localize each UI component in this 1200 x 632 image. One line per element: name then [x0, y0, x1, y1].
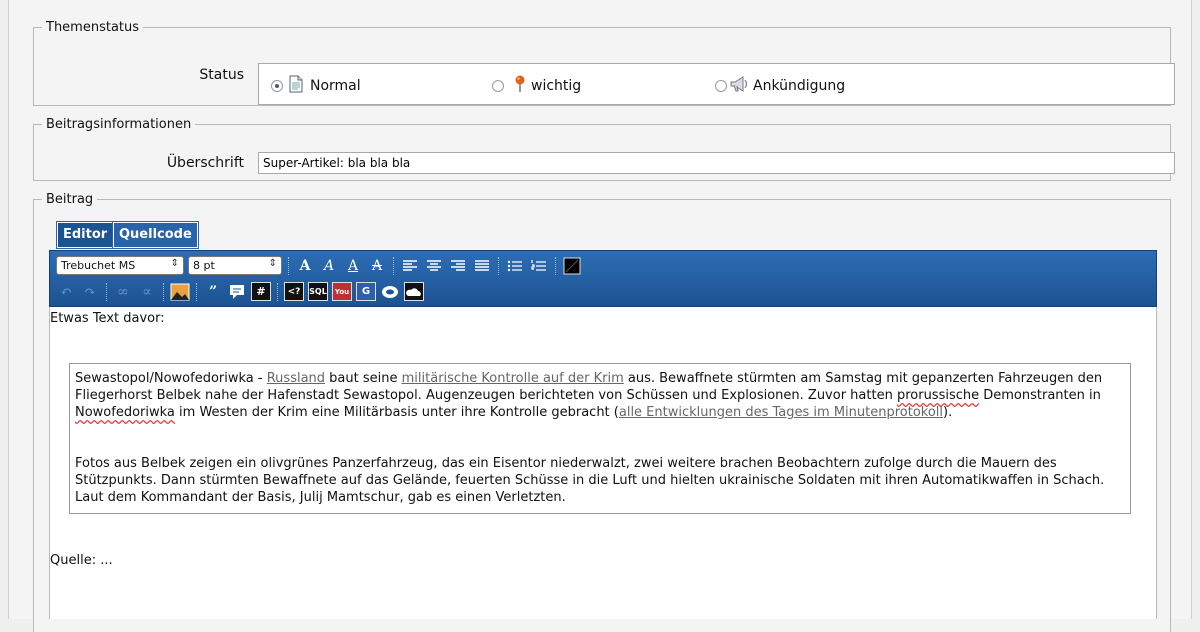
beitrag-legend: Beitrag: [46, 192, 94, 207]
toolbar-separator: [393, 256, 394, 275]
misspelled-word: prorussische: [896, 388, 980, 403]
status-options: Normal wichtig Ankündigung: [258, 63, 1175, 105]
toolbar-separator: [555, 256, 556, 275]
quote-text: ).: [943, 405, 953, 420]
beitragsinfo-legend: Beitragsinformationen: [46, 117, 192, 132]
radio-normal[interactable]: [271, 80, 283, 92]
strikethrough-icon[interactable]: A: [367, 256, 387, 275]
page: Themenstatus Status Normal wichtig Ankün…: [8, 0, 1192, 632]
quote-paragraph-1: Sewastopol/Nowofedoriwka - Russland baut…: [75, 370, 1125, 421]
link-minutenprotokoll[interactable]: alle Entwicklungen des Tages im Minutenp…: [619, 405, 943, 420]
text-after: Quelle: ...: [50, 553, 113, 568]
toolbar-separator: [196, 282, 197, 301]
size-select[interactable]: 8 pt ⇕: [188, 256, 282, 275]
tab-quellcode[interactable]: Quellcode: [112, 221, 199, 249]
quote-text: Sewastopol/Nowofedoriwka -: [75, 371, 267, 386]
underline-icon[interactable]: A: [343, 256, 363, 275]
pin-icon: [514, 75, 526, 97]
status-option-wichtig-label: wichtig: [531, 78, 582, 94]
text-before: Etwas Text davor:: [50, 311, 165, 326]
color-picker-icon[interactable]: [562, 256, 582, 275]
youtube-icon[interactable]: You: [332, 282, 352, 301]
numbered-list-icon[interactable]: [529, 256, 549, 275]
link-russland[interactable]: Russland: [267, 371, 325, 386]
unlink-icon[interactable]: ∝: [137, 282, 157, 301]
quote-text: Demonstranten in: [979, 388, 1101, 403]
quote-text: baut seine: [325, 371, 402, 386]
font-select-value: Trebuchet MS: [61, 259, 136, 272]
beitragsinfo-fieldset: Beitragsinformationen Überschrift: [33, 117, 1175, 181]
editor-area[interactable]: Etwas Text davor: Sewastopol/Nowofedoriw…: [49, 307, 1157, 619]
myvideo-icon[interactable]: [380, 282, 400, 301]
themenstatus-legend: Themenstatus: [46, 20, 140, 35]
size-select-value: 8 pt: [193, 259, 215, 272]
select-arrows-icon: ⇕: [268, 258, 277, 269]
sql-code-icon[interactable]: SQL: [308, 282, 328, 301]
align-right-icon[interactable]: [448, 256, 468, 275]
php-code-icon[interactable]: <?: [284, 282, 304, 301]
align-justify-icon[interactable]: [472, 256, 492, 275]
quote-paragraph-2: Fotos aus Belbek zeigen ein olivgrünes P…: [75, 456, 1105, 505]
spoiler-icon[interactable]: [227, 282, 247, 301]
bold-icon[interactable]: A: [295, 256, 315, 275]
toolbar-separator: [498, 256, 499, 275]
radio-wichtig[interactable]: [492, 80, 504, 92]
quote-block: Sewastopol/Nowofedoriwka - Russland baut…: [69, 363, 1131, 514]
status-option-ankuendigung[interactable]: Ankündigung: [715, 75, 845, 97]
heading-input[interactable]: [258, 152, 1175, 174]
undo-icon[interactable]: ↶: [56, 282, 76, 301]
align-center-icon[interactable]: [424, 256, 444, 275]
toolbar-separator: [277, 282, 278, 301]
misspelled-word: Nowofedoriwka: [75, 405, 175, 420]
editor-toolbar: Trebuchet MS ⇕ 8 pt ⇕ A A A A ↶ ↷ ∞ ∝ ” …: [49, 250, 1157, 307]
select-arrows-icon: ⇕: [170, 258, 179, 269]
soundcloud-icon[interactable]: [404, 282, 424, 301]
toolbar-separator: [106, 282, 107, 301]
image-icon[interactable]: [170, 282, 190, 301]
italic-icon[interactable]: A: [319, 256, 339, 275]
link-icon[interactable]: ∞: [113, 282, 133, 301]
link-militaerische-kontrolle[interactable]: militärische Kontrolle auf der Krim: [402, 371, 624, 386]
radio-ankuendigung[interactable]: [715, 80, 727, 92]
status-option-normal-label: Normal: [310, 78, 361, 94]
toolbar-separator: [163, 282, 164, 301]
toolbar-row-1: Trebuchet MS ⇕ 8 pt ⇕ A A A A: [56, 256, 582, 275]
status-option-normal[interactable]: Normal: [271, 75, 361, 97]
tab-editor[interactable]: Editor: [55, 221, 115, 249]
toolbar-row-2: ↶ ↷ ∞ ∝ ” # <? SQL You G: [56, 282, 424, 301]
status-option-ankuendigung-label: Ankündigung: [753, 78, 846, 94]
bullet-list-icon[interactable]: [505, 256, 525, 275]
status-option-wichtig[interactable]: wichtig: [492, 75, 581, 97]
document-icon: [288, 75, 304, 97]
themenstatus-fieldset: Themenstatus Status Normal wichtig Ankün…: [33, 20, 1175, 106]
heading-label: Überschrift: [166, 155, 244, 171]
megaphone-icon: [729, 75, 749, 97]
quote-icon[interactable]: ”: [203, 282, 223, 301]
hash-code-icon[interactable]: #: [251, 282, 271, 301]
quote-text: im Westen der Krim eine Militärbasis unt…: [174, 405, 619, 420]
align-left-icon[interactable]: [400, 256, 420, 275]
google-video-icon[interactable]: G: [356, 282, 376, 301]
toolbar-separator: [288, 256, 289, 275]
font-select[interactable]: Trebuchet MS ⇕: [56, 256, 184, 275]
status-label: Status: [199, 67, 244, 83]
redo-icon[interactable]: ↷: [80, 282, 100, 301]
